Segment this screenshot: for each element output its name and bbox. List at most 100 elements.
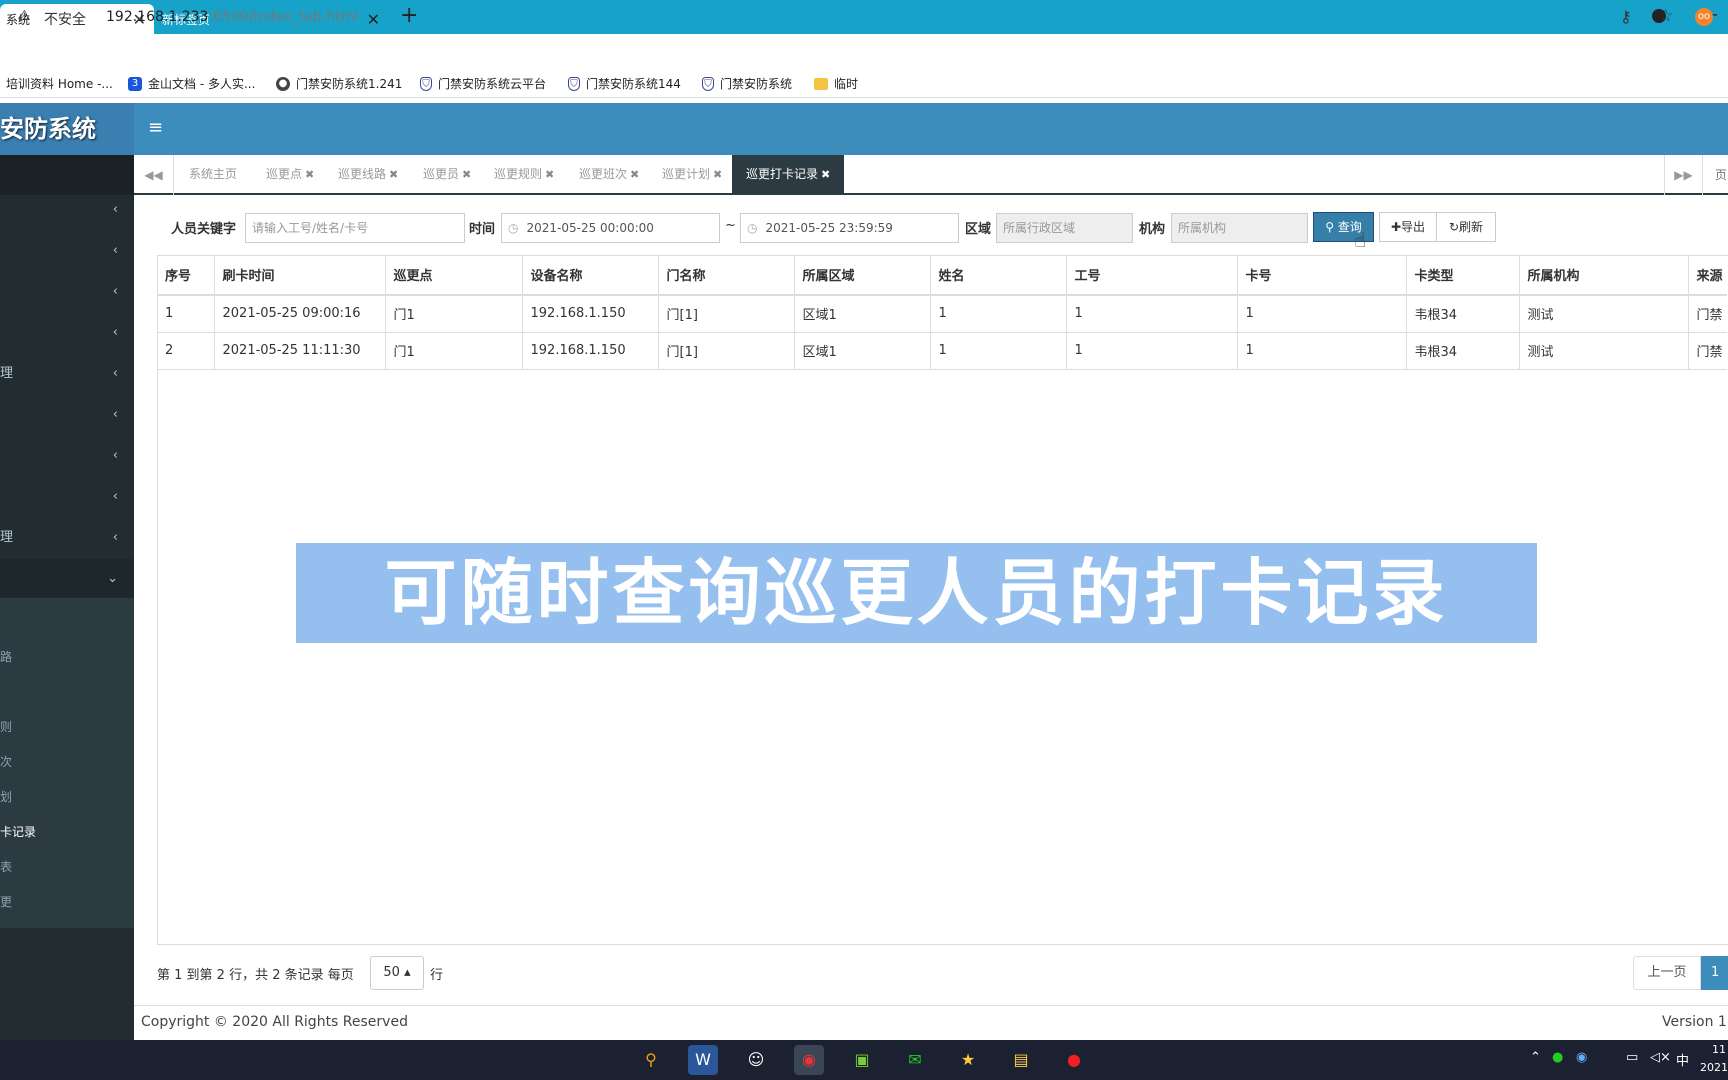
prev-page-button[interactable]: 上一页 [1633,956,1701,990]
security-label[interactable]: 不安全 [44,9,86,29]
word-app-icon[interactable]: W [688,1045,718,1075]
column-header[interactable]: 门名称 [658,255,795,296]
tray-icon[interactable]: ◉ [1576,1050,1587,1065]
content-tab[interactable]: 巡更班次 ✖ [579,155,639,193]
sidebar-item[interactable]: ‹ [0,231,134,271]
sidebar-item[interactable]: ‹ [0,313,134,353]
column-header[interactable]: 姓名 [930,255,1067,296]
content-tab[interactable]: 巡更计划 ✖ [662,155,722,193]
app-icon[interactable]: ☺ [741,1045,771,1075]
sidebar-item[interactable]: ‹ [0,477,134,517]
close-icon[interactable]: ✖ [630,168,639,181]
column-header[interactable]: 巡更点 [385,255,523,296]
area-input[interactable]: 所属行政区域 [996,213,1133,243]
column-header[interactable]: 卡类型 [1406,255,1520,296]
column-header[interactable]: 刷卡时间 [214,255,386,296]
submenu-item[interactable]: 表 [0,850,134,884]
sidebar-item[interactable]: ‹ [0,395,134,435]
end-time-input[interactable]: ◷ 2021-05-25 23:59:59 [740,213,959,243]
export-button[interactable]: ✚导出 [1379,212,1437,242]
bookmark-item[interactable]: ● 门禁安防系统1.241 [276,75,402,92]
wechat-app-icon[interactable]: ✉ [900,1045,930,1075]
column-header[interactable]: 所属区域 [794,255,931,296]
bookmark-item[interactable]: 培训资料 Home -... [6,75,113,92]
close-icon[interactable]: ✖ [713,168,722,181]
content-tab[interactable]: 巡更员 ✖ [423,155,471,193]
app-icon[interactable]: ▣ [847,1045,877,1075]
refresh-button[interactable]: ↻刷新 [1436,212,1496,242]
column-header[interactable]: 所属机构 [1519,255,1689,296]
page-menu-button[interactable]: 页 [1702,155,1728,195]
star-app-icon[interactable]: ★ [953,1045,983,1075]
new-tab-button[interactable]: + [400,3,418,28]
close-tab-icon[interactable]: ✕ [367,10,380,29]
folder-app-icon[interactable]: ▤ [1006,1045,1036,1075]
start-time-input[interactable]: ◷ 2021-05-25 00:00:00 [501,213,720,243]
network-icon[interactable]: ▭ [1626,1050,1638,1065]
wechat-tray-icon[interactable]: ● [1552,1050,1563,1065]
page-size-dropdown[interactable]: 50 ▴ [370,956,424,990]
tab-scroll-right-icon[interactable]: ▶▶ [1664,155,1702,195]
copyright-text: Copyright © 2020 All Rights Reserved [141,1014,408,1030]
bookmark-item[interactable]: ⛉ 门禁安防系统 [702,75,792,92]
submenu-item[interactable]: 路 [0,640,134,674]
submenu-item[interactable]: 更 [0,885,134,919]
extension-icon[interactable]: oo [1695,8,1713,26]
submenu-item[interactable]: 划 [0,780,134,814]
close-icon[interactable]: ✖ [821,168,830,181]
org-input[interactable]: 所属机构 [1171,213,1308,243]
sidebar-item[interactable]: 理 ‹ [0,354,134,394]
tab-scroll-left-icon[interactable]: ◀◀ [134,155,174,195]
tray-expand-icon[interactable]: ⌃ [1530,1050,1541,1065]
ime-indicator[interactable]: 中 [1676,1050,1689,1069]
close-icon[interactable]: ✖ [462,168,471,181]
submenu-item[interactable]: 则 [0,710,134,744]
column-header[interactable]: 来源 [1688,255,1727,296]
chrome-app-icon[interactable]: ◉ [794,1045,824,1075]
column-header[interactable]: 设备名称 [522,255,659,296]
range-separator: ~ [725,218,736,233]
table-row[interactable]: 2 2021-05-25 11:11:30 门1 192.168.1.150 门… [157,332,1727,370]
warning-icon[interactable]: ⚠ [18,8,31,24]
sidebar-item[interactable]: ‹ [0,436,134,476]
search-app-icon[interactable]: ⚲ [636,1045,666,1075]
content-tab[interactable]: 巡更点 ✖ [266,155,314,193]
sidebar-item-patrol[interactable]: ⌄ [0,559,134,599]
submenu-item-active[interactable]: 卡记录 [0,815,134,849]
column-header[interactable]: 序号 [157,255,215,296]
content-tab[interactable]: 巡更线路 ✖ [338,155,398,193]
bookmark-item[interactable]: ⛉ 门禁安防系统云平台 [420,75,546,92]
column-header[interactable]: 工号 [1066,255,1238,296]
close-icon[interactable]: ✖ [389,168,398,181]
clock-date[interactable]: 2021 [1700,1061,1728,1074]
star-icon[interactable]: ☆ [1658,6,1673,26]
volume-muted-icon[interactable]: ◁× [1650,1050,1671,1065]
submenu-item[interactable] [0,675,134,709]
sidebar-item[interactable]: 理 ‹ [0,518,134,558]
bookmark-item[interactable]: 3 金山文档 - 多人实... [128,75,255,92]
chevron-left-icon: ‹ [112,284,118,299]
bookmark-item[interactable]: 临时 [814,75,858,92]
url-field[interactable]: 192.168.1.233:6500/index_tab.html [106,9,358,25]
record-app-icon[interactable]: ● [1059,1045,1089,1075]
refresh-icon: ↻ [1448,220,1460,234]
key-icon[interactable]: ⚷ [1620,7,1632,26]
content-tab[interactable]: 系统主页 [189,155,237,193]
time-label: 时间 [469,222,496,237]
close-icon[interactable]: ✖ [305,168,314,181]
sidebar-item[interactable]: ‹ [0,190,134,230]
sidebar-item[interactable]: ‹ [0,272,134,312]
bookmark-item[interactable]: ⛉ 门禁安防系统144 [568,75,681,92]
menu-toggle-icon[interactable]: ≡ [148,117,163,138]
table-cell: 192.168.1.150 [522,332,659,370]
table-row[interactable]: 1 2021-05-25 09:00:16 门1 192.168.1.150 门… [157,295,1727,333]
content-tab-active[interactable]: 巡更打卡记录 ✖ [732,155,845,193]
keyword-input[interactable]: 请输入工号/姓名/卡号 [245,213,465,243]
shield-icon: ⛉ [420,76,432,91]
clock-time[interactable]: 11 [1712,1043,1728,1056]
content-tab[interactable]: 巡更规则 ✖ [494,155,554,193]
column-header[interactable]: 卡号 [1237,255,1407,296]
page-number-button[interactable]: 1 [1701,956,1728,990]
submenu-item[interactable]: 次 [0,745,134,779]
close-icon[interactable]: ✖ [545,168,554,181]
